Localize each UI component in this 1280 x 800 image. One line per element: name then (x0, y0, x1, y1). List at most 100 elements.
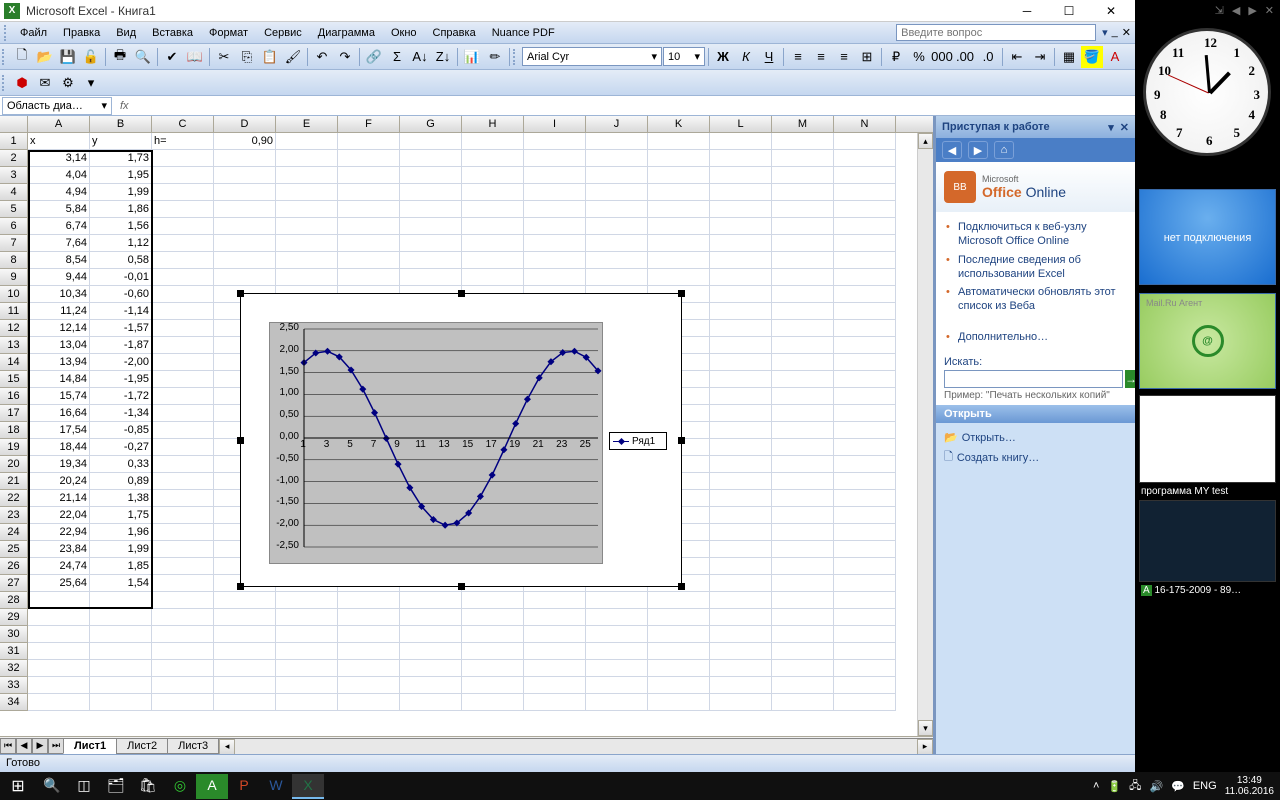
cell[interactable] (710, 643, 772, 660)
cell[interactable] (772, 626, 834, 643)
cell[interactable] (276, 643, 338, 660)
cell[interactable]: 0,33 (90, 456, 152, 473)
cell[interactable]: 19,34 (28, 456, 90, 473)
row-header[interactable]: 21 (0, 473, 28, 490)
cell[interactable] (214, 269, 276, 286)
cell[interactable] (834, 337, 896, 354)
row-header[interactable]: 2 (0, 150, 28, 167)
action-center-icon[interactable]: 💬 (1171, 780, 1185, 793)
create-workbook-link[interactable]: 🗋 Создать книгу… (944, 446, 1127, 469)
cell[interactable] (214, 592, 276, 609)
menu-Файл[interactable]: Файл (12, 25, 55, 41)
cell[interactable] (524, 133, 586, 150)
cell[interactable] (710, 269, 772, 286)
format-painter-icon[interactable]: 🖌 (282, 46, 304, 68)
cell[interactable] (462, 218, 524, 235)
row-header[interactable]: 25 (0, 541, 28, 558)
sort-desc-icon[interactable]: Z↓ (432, 46, 454, 68)
language-indicator[interactable]: ENG (1193, 780, 1217, 792)
resize-handle[interactable] (678, 583, 685, 590)
app-icon[interactable]: ◎ (164, 774, 196, 799)
pdf-settings-icon[interactable]: ⚙ (57, 72, 79, 94)
cell[interactable] (338, 677, 400, 694)
research-icon[interactable]: 📖 (184, 46, 206, 68)
cell[interactable]: -1,34 (90, 405, 152, 422)
cell[interactable]: 22,94 (28, 524, 90, 541)
cell[interactable] (772, 456, 834, 473)
cell[interactable] (772, 371, 834, 388)
copy-icon[interactable]: ⎘ (236, 46, 258, 68)
cell[interactable] (400, 184, 462, 201)
task-pane-link[interactable]: Подключиться к веб-узлу Microsoft Office… (944, 218, 1127, 251)
cell[interactable] (648, 626, 710, 643)
cell[interactable] (152, 524, 214, 541)
sheet-tab-Лист1[interactable]: Лист1 (63, 738, 117, 754)
cell[interactable]: 23,84 (28, 541, 90, 558)
cell[interactable] (152, 660, 214, 677)
cell[interactable] (834, 422, 896, 439)
merge-center-icon[interactable]: ⊞ (856, 46, 878, 68)
row-header[interactable]: 15 (0, 371, 28, 388)
drawing-icon[interactable]: ✏ (484, 46, 506, 68)
row-header[interactable]: 20 (0, 456, 28, 473)
cell[interactable] (834, 677, 896, 694)
cell[interactable] (214, 252, 276, 269)
cell[interactable] (834, 320, 896, 337)
cell[interactable] (400, 150, 462, 167)
cell[interactable] (276, 167, 338, 184)
cell[interactable]: 22,04 (28, 507, 90, 524)
new-icon[interactable]: 🗋 (11, 46, 33, 68)
resize-handle[interactable] (458, 290, 465, 297)
cell[interactable] (276, 660, 338, 677)
cell[interactable]: 1,99 (90, 184, 152, 201)
align-left-icon[interactable]: ≡ (787, 46, 809, 68)
row-header[interactable]: 34 (0, 694, 28, 711)
cell[interactable] (400, 643, 462, 660)
cell[interactable] (772, 490, 834, 507)
cell[interactable]: 9,44 (28, 269, 90, 286)
cell[interactable]: 10,34 (28, 286, 90, 303)
network-icon[interactable]: 🖧 (1129, 777, 1141, 796)
cell[interactable] (400, 218, 462, 235)
cell[interactable] (772, 337, 834, 354)
cell[interactable] (152, 252, 214, 269)
cell[interactable] (834, 490, 896, 507)
cell[interactable] (586, 643, 648, 660)
cell[interactable] (648, 133, 710, 150)
print-icon[interactable]: 🖶 (109, 46, 131, 68)
cell[interactable] (524, 660, 586, 677)
row-header[interactable]: 32 (0, 660, 28, 677)
col-header-C[interactable]: C (152, 116, 214, 132)
cell[interactable] (834, 643, 896, 660)
col-header-A[interactable]: A (28, 116, 90, 132)
cell[interactable] (772, 541, 834, 558)
col-header-J[interactable]: J (586, 116, 648, 132)
cell[interactable] (834, 218, 896, 235)
cell[interactable]: 17,54 (28, 422, 90, 439)
cell[interactable] (462, 609, 524, 626)
cell[interactable] (710, 388, 772, 405)
cell[interactable] (214, 167, 276, 184)
cell[interactable] (462, 694, 524, 711)
cell[interactable]: -1,14 (90, 303, 152, 320)
cell[interactable] (834, 371, 896, 388)
cell[interactable] (710, 286, 772, 303)
cell[interactable] (28, 592, 90, 609)
cell[interactable] (90, 694, 152, 711)
cell[interactable] (152, 371, 214, 388)
back-icon[interactable]: ◀ (942, 141, 962, 159)
cell[interactable]: 1,54 (90, 575, 152, 592)
cell[interactable] (648, 660, 710, 677)
cell[interactable] (152, 541, 214, 558)
more-link[interactable]: Дополнительно… (944, 328, 1127, 346)
cell[interactable] (648, 201, 710, 218)
cell[interactable] (338, 269, 400, 286)
cell[interactable]: 1,56 (90, 218, 152, 235)
row-header[interactable]: 4 (0, 184, 28, 201)
word-icon[interactable]: W (260, 774, 292, 799)
cell[interactable] (152, 592, 214, 609)
cell[interactable] (400, 252, 462, 269)
taskbar-clock[interactable]: 13:49 11.06.2016 (1225, 775, 1274, 797)
cell[interactable] (772, 354, 834, 371)
borders-icon[interactable]: ▦ (1058, 46, 1080, 68)
